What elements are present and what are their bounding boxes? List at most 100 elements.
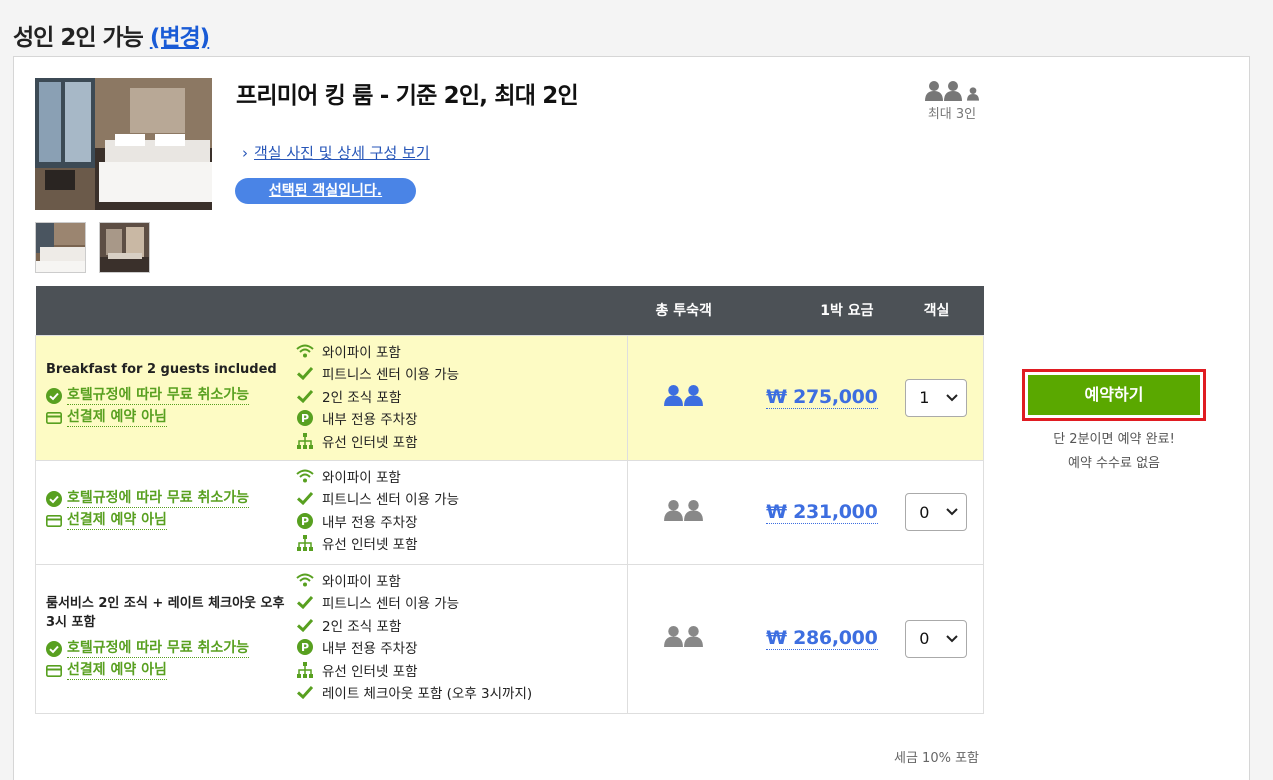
selected-room-badge: 선택된 객실입니다.	[235, 178, 416, 204]
check-icon	[296, 364, 314, 382]
rate-policy: 호텔규정에 따라 무료 취소가능 선결제 예약 아님	[46, 488, 291, 532]
svg-text:P: P	[301, 515, 309, 528]
rooms-cell: 1	[889, 334, 984, 460]
parking-icon: P	[296, 409, 314, 427]
check-circle-icon	[46, 640, 62, 657]
amenity-item: P 내부 전용 주차장	[296, 407, 626, 430]
prepay-info[interactable]: 선결제 예약 아님	[46, 660, 291, 682]
check-icon	[296, 387, 314, 405]
amenity-item: 와이파이 포함	[296, 340, 626, 363]
amenity-item: 피트니스 센터 이용 가능	[296, 487, 626, 510]
room-detail-link[interactable]: › 객실 사진 및 상세 구성 보기	[242, 142, 430, 163]
room-card: 프리미어 킹 룸 - 기준 2인, 최대 2인 › 객실 사진 및 상세 구성 보…	[13, 56, 1250, 780]
free-cancel-info[interactable]: 호텔규정에 따라 무료 취소가능	[46, 385, 291, 407]
amenity-item: 와이파이 포함	[296, 569, 626, 592]
max-occupancy-label: 최대 3인	[927, 107, 977, 122]
credit-card-icon	[46, 663, 62, 679]
amenity-item: 유선 인터넷 포함	[296, 532, 626, 555]
rate-info-cell: Breakfast for 2 guests included 호텔규정에 따라…	[34, 334, 628, 460]
room-main-photo[interactable]	[35, 78, 212, 210]
room-qty-select[interactable]: 0	[905, 493, 968, 531]
wifi-icon	[296, 571, 314, 589]
occupancy-heading: 성인 2인 가능	[13, 25, 144, 51]
person-icon	[684, 626, 704, 647]
guests-icon-group	[664, 626, 704, 647]
chevron-right-icon: ›	[242, 144, 248, 162]
header-guests: 총 투숙객	[627, 286, 740, 335]
check-icon	[296, 683, 314, 701]
amenity-item: 와이파이 포함	[296, 465, 626, 488]
network-icon	[296, 432, 314, 450]
amenity-list: 와이파이 포함 피트니스 센터 이용 가능 2인 조식 포함 P 내부 전용 주차…	[296, 340, 626, 453]
person-icon	[925, 81, 943, 101]
person-icon	[684, 499, 704, 521]
person-icon	[664, 499, 684, 521]
booking-note-fast: 단 2분이면 예약 완료!	[1053, 432, 1175, 447]
check-icon	[296, 593, 314, 611]
rate-header-empty	[35, 286, 628, 335]
amenity-list: 와이파이 포함 피트니스 센터 이용 가능 2인 조식 포함 P 내부 전용 주차…	[296, 569, 626, 704]
nightly-price[interactable]: ₩ 275,000	[766, 386, 878, 409]
prepay-info[interactable]: 선결제 예약 아님	[46, 407, 291, 429]
room-qty-select[interactable]: 0	[905, 619, 968, 658]
free-cancel-info[interactable]: 호텔규정에 따라 무료 취소가능	[46, 638, 291, 660]
header-price: 1박 요금	[739, 286, 890, 335]
guests-cell	[627, 459, 740, 564]
network-icon	[296, 534, 314, 552]
nightly-price[interactable]: ₩ 231,000	[766, 501, 878, 524]
tax-note: 세금 10% 포함	[894, 751, 979, 766]
rate-info-cell: 호텔규정에 따라 무료 취소가능 선결제 예약 아님 와이파이 포함 피트니스 …	[34, 459, 628, 564]
person-icon	[664, 385, 684, 406]
prepay-info[interactable]: 선결제 예약 아님	[46, 510, 291, 532]
book-button[interactable]: 예약하기	[1028, 375, 1200, 415]
chevron-down-icon	[946, 508, 958, 516]
amenity-item: 피트니스 센터 이용 가능	[296, 591, 626, 614]
svg-text:P: P	[301, 641, 309, 654]
max-occupancy: 최대 3인	[914, 77, 990, 122]
room-qty-select[interactable]: 1	[905, 378, 968, 417]
person-icon	[944, 81, 962, 101]
amenity-list: 와이파이 포함 피트니스 센터 이용 가능 P 내부 전용 주차장 유선 인터넷 …	[296, 465, 626, 555]
change-guests-link[interactable]: (변경)	[150, 25, 210, 51]
rate-row: 호텔규정에 따라 무료 취소가능 선결제 예약 아님 와이파이 포함 피트니스 …	[34, 459, 984, 564]
rate-name: Breakfast for 2 guests included	[46, 361, 277, 377]
parking-icon: P	[296, 512, 314, 530]
network-icon	[296, 661, 314, 679]
room-thumbnail[interactable]	[35, 222, 86, 273]
rate-table: 총 투숙객 1박 요금 객실 Breakfast for 2 guests in…	[34, 286, 984, 714]
room-title: 프리미어 킹 룸 - 기준 2인, 최대 2인	[236, 83, 579, 109]
person-icon-group	[914, 77, 990, 101]
rate-name: 룸서비스 2인 조식 + 레이트 체크아웃 오후 3시 포함	[46, 595, 285, 630]
check-icon	[296, 616, 314, 634]
amenity-item: 레이트 체크아웃 포함 (오후 3시까지)	[296, 681, 626, 704]
free-cancel-info[interactable]: 호텔규정에 따라 무료 취소가능	[46, 488, 291, 510]
price-cell: ₩ 286,000	[739, 563, 890, 714]
chevron-down-icon	[946, 393, 958, 401]
price-cell: ₩ 275,000	[739, 334, 890, 460]
amenity-item: 유선 인터넷 포함	[296, 430, 626, 453]
wifi-icon	[296, 342, 314, 360]
rate-policy: 룸서비스 2인 조식 + 레이트 체크아웃 오후 3시 포함 호텔규정에 따라 …	[46, 594, 291, 682]
rate-row: 룸서비스 2인 조식 + 레이트 체크아웃 오후 3시 포함 호텔규정에 따라 …	[34, 563, 984, 714]
person-icon	[684, 385, 704, 406]
check-circle-icon	[46, 387, 62, 404]
room-thumbnail[interactable]	[99, 222, 150, 273]
rate-row: Breakfast for 2 guests included 호텔규정에 따라…	[34, 334, 984, 460]
person-small-icon	[967, 87, 979, 101]
price-cell: ₩ 231,000	[739, 459, 890, 564]
nightly-price[interactable]: ₩ 286,000	[766, 627, 878, 650]
amenity-item: 2인 조식 포함	[296, 385, 626, 408]
wifi-icon	[296, 467, 314, 485]
rooms-cell: 0	[889, 563, 984, 714]
credit-card-icon	[46, 513, 62, 529]
guests-icon-group	[664, 385, 704, 406]
book-button-frame: 예약하기	[1022, 369, 1206, 421]
chevron-down-icon	[946, 634, 958, 642]
amenity-item: 2인 조식 포함	[296, 614, 626, 637]
guests-cell	[627, 334, 740, 460]
booking-note-fee: 예약 수수료 없음	[1068, 456, 1160, 471]
rooms-cell: 0	[889, 459, 984, 564]
amenity-item: P 내부 전용 주차장	[296, 510, 626, 533]
credit-card-icon	[46, 410, 62, 426]
parking-icon: P	[296, 638, 314, 656]
